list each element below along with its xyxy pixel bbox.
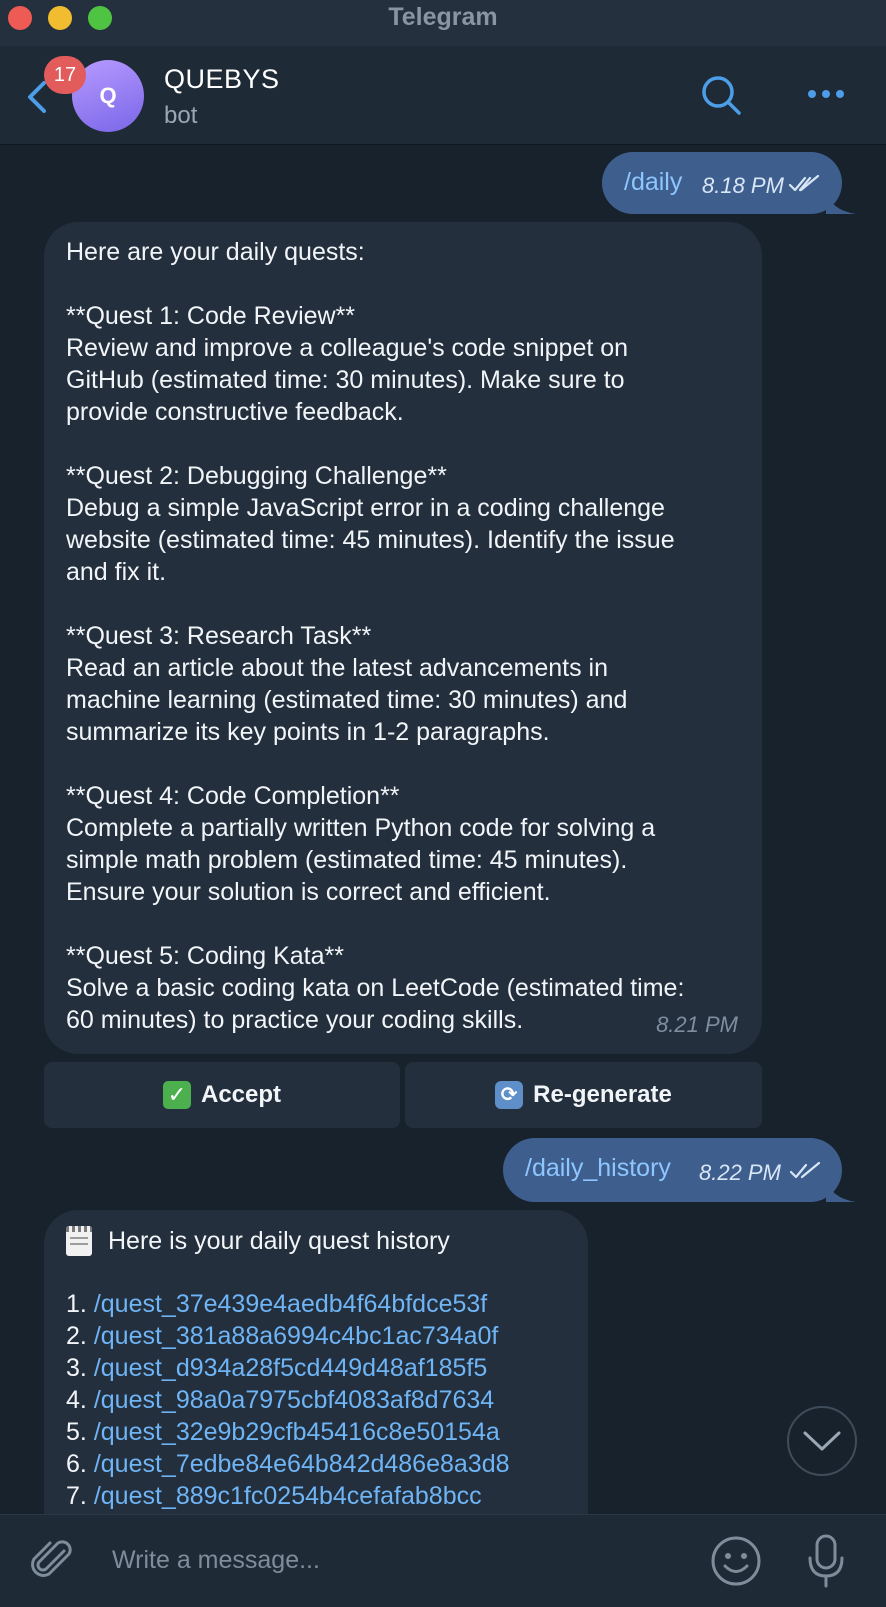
message-time: 8.22 PM	[699, 1160, 781, 1185]
search-icon[interactable]	[700, 74, 742, 116]
history-title: Here is your daily quest history	[66, 1226, 450, 1256]
bubble-tail	[826, 190, 856, 214]
quest-command-link[interactable]: /quest_889c1fc0254b4cefafab8bcc	[94, 1482, 482, 1510]
read-double-check-icon	[789, 1161, 821, 1179]
paperclip-icon[interactable]	[30, 1537, 74, 1585]
chat-name[interactable]: QUEBYS	[164, 64, 280, 95]
list-number: 1.	[66, 1290, 87, 1318]
emoji-icon[interactable]	[710, 1535, 762, 1587]
list-item: 2. /quest_381a88a6994c4bc1ac734a0f	[66, 1320, 510, 1352]
message-time: 8.21 PM	[656, 1012, 738, 1037]
chat-subtitle: bot	[164, 102, 198, 129]
list-item: 1. /quest_37e439e4aedb4f64bfdce53f	[66, 1288, 510, 1320]
accept-button[interactable]: ✓ Accept	[44, 1062, 400, 1128]
quest-history-list: 1. /quest_37e439e4aedb4f64bfdce53f 2. /q…	[66, 1288, 510, 1512]
regenerate-button[interactable]: ⟳ Re-generate	[405, 1062, 762, 1128]
repeat-arrows-icon: ⟳	[495, 1081, 524, 1109]
chat-header: Q 17 QUEBYS bot	[0, 46, 886, 145]
notepad-icon	[66, 1226, 92, 1256]
list-number: 6.	[66, 1450, 87, 1478]
accept-button-label: Accept	[200, 1081, 282, 1108]
outgoing-message-daily[interactable]: /daily 8.18 PM	[602, 152, 842, 214]
regenerate-button-label: Re-generate	[533, 1081, 672, 1108]
quest-command-link[interactable]: /quest_37e439e4aedb4f64bfdce53f	[94, 1290, 487, 1318]
message-time: 8.18 PM	[702, 173, 784, 198]
scroll-to-bottom-button[interactable]	[787, 1406, 857, 1476]
bubble-tail	[826, 1178, 856, 1202]
window-title: Telegram	[388, 3, 498, 31]
command-link-daily[interactable]: /daily	[624, 168, 682, 197]
more-dots-icon[interactable]	[806, 84, 846, 104]
quest-command-link[interactable]: /quest_381a88a6994c4bc1ac734a0f	[94, 1322, 499, 1350]
quests-message-text: Here are your daily quests: **Quest 1: C…	[66, 238, 685, 1034]
unread-count-badge: 17	[44, 56, 86, 94]
window-titlebar: Telegram	[0, 0, 886, 47]
message-input[interactable]	[110, 1539, 654, 1581]
chevron-down-icon	[803, 1431, 841, 1451]
history-title-text: Here is your daily quest history	[108, 1226, 450, 1255]
list-number: 7.	[66, 1482, 87, 1510]
list-item: 3. /quest_d934a28f5cd449d48af185f5	[66, 1352, 510, 1384]
microphone-icon[interactable]	[806, 1533, 846, 1589]
list-item: 7. /quest_889c1fc0254b4cefafab8bcc	[66, 1480, 510, 1512]
incoming-message-quests: Here are your daily quests: **Quest 1: C…	[44, 222, 762, 1054]
incoming-message-history: Here is your daily quest history 1. /que…	[44, 1210, 588, 1550]
check-mark-icon: ✓	[162, 1081, 191, 1109]
list-number: 2.	[66, 1322, 87, 1350]
list-item: 6. /quest_7edbe84e64b842d486e8a3d8	[66, 1448, 510, 1480]
quest-command-link[interactable]: /quest_7edbe84e64b842d486e8a3d8	[94, 1450, 510, 1478]
list-item: 4. /quest_98a0a7975cbf4083af8d7634	[66, 1384, 510, 1416]
avatar-letter: Q	[99, 83, 117, 108]
list-number: 5.	[66, 1418, 87, 1446]
list-number: 3.	[66, 1354, 87, 1382]
quest-command-link[interactable]: /quest_98a0a7975cbf4083af8d7634	[94, 1386, 494, 1414]
quest-command-link[interactable]: /quest_d934a28f5cd449d48af185f5	[94, 1354, 487, 1382]
list-item: 5. /quest_32e9b29cfb45416c8e50154a	[66, 1416, 510, 1448]
quest-command-link[interactable]: /quest_32e9b29cfb45416c8e50154a	[94, 1418, 500, 1446]
message-composer	[0, 1514, 886, 1607]
read-double-check-icon	[788, 174, 820, 192]
list-number: 4.	[66, 1386, 87, 1414]
outgoing-message-daily-history[interactable]: /daily_history 8.22 PM	[503, 1138, 842, 1202]
command-link-daily-history[interactable]: /daily_history	[525, 1154, 671, 1183]
